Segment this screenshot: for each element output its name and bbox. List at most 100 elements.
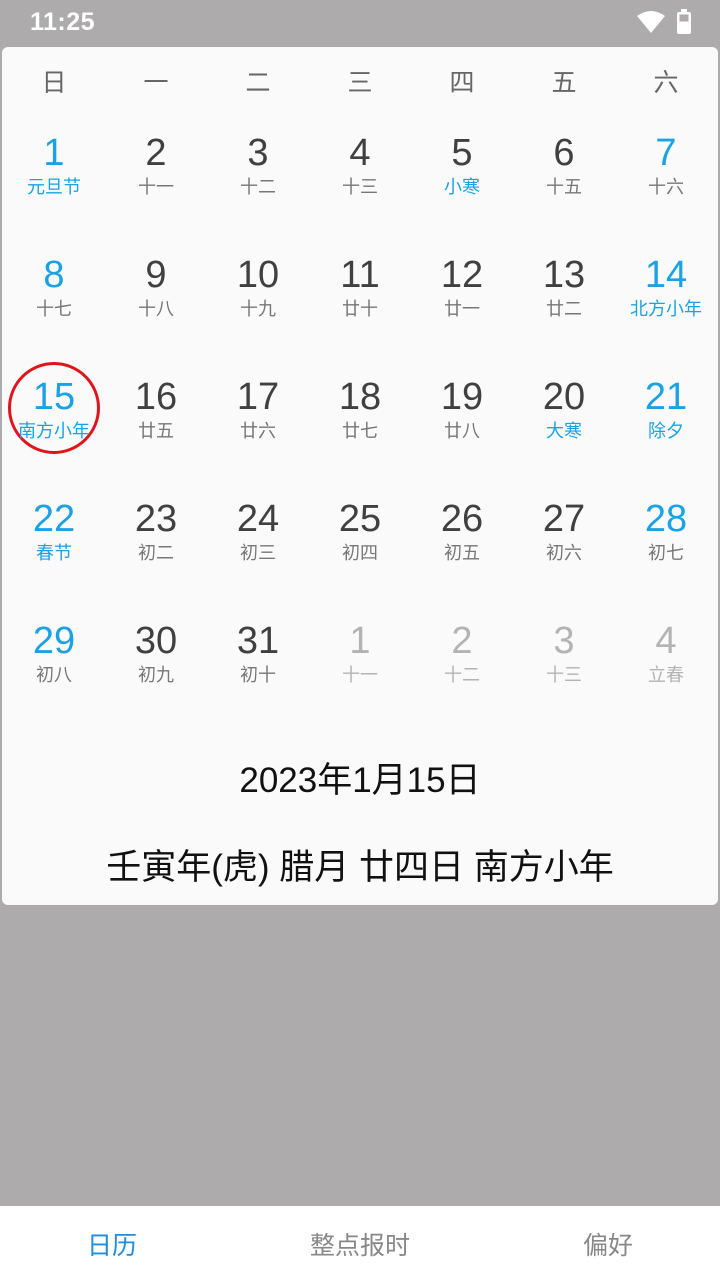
calendar-day[interactable]: 28 初七 bbox=[615, 497, 717, 597]
day-number: 25 bbox=[338, 498, 382, 540]
day-lunar-label: 初十 bbox=[240, 665, 276, 686]
calendar-day[interactable]: 16 廿五 bbox=[105, 375, 207, 475]
calendar-day[interactable]: 22 春节 bbox=[3, 497, 105, 597]
calendar-day[interactable]: 9 十八 bbox=[105, 253, 207, 353]
calendar-day[interactable]: 3 十二 bbox=[207, 131, 309, 231]
day-lunar-label: 十三 bbox=[342, 177, 378, 198]
calendar-day[interactable]: 7 十六 bbox=[615, 131, 717, 231]
calendar-day[interactable]: 29 初八 bbox=[3, 619, 105, 719]
day-number: 30 bbox=[134, 620, 178, 662]
day-number: 5 bbox=[451, 132, 473, 174]
calendar-day[interactable]: 14 北方小年 bbox=[615, 253, 717, 353]
day-number: 13 bbox=[542, 254, 586, 296]
day-number: 27 bbox=[542, 498, 586, 540]
day-number: 28 bbox=[644, 498, 688, 540]
day-number: 8 bbox=[43, 254, 65, 296]
day-number: 2 bbox=[451, 620, 473, 662]
day-number: 16 bbox=[134, 376, 178, 418]
status-time: 11:25 bbox=[30, 8, 96, 36]
day-lunar-label: 初八 bbox=[36, 665, 72, 686]
calendar-day[interactable]: 26 初五 bbox=[411, 497, 513, 597]
day-number: 4 bbox=[349, 132, 371, 174]
calendar-day[interactable]: 27 初六 bbox=[513, 497, 615, 597]
day-lunar-label: 十六 bbox=[648, 177, 684, 198]
day-number: 26 bbox=[440, 498, 484, 540]
nav-tab-preferences[interactable]: 偏好 bbox=[488, 1226, 720, 1262]
day-lunar-label: 十二 bbox=[444, 665, 480, 686]
day-number: 29 bbox=[32, 620, 76, 662]
day-lunar-label: 除夕 bbox=[648, 421, 684, 442]
calendar-day[interactable]: 31 初十 bbox=[207, 619, 309, 719]
calendar-day[interactable]: 24 初三 bbox=[207, 497, 309, 597]
calendar-day[interactable]: 2 十一 bbox=[105, 131, 207, 231]
day-lunar-label: 南方小年 bbox=[18, 421, 90, 442]
day-number: 3 bbox=[247, 132, 269, 174]
calendar-grid: 1 元旦节 2 十一 3 十二 4 十三 5 小寒 6 十五 7 十六 8 十七 9 十八 10 十九 11 廿十 12 廿一… bbox=[2, 47, 718, 747]
status-bar: 11:25 bbox=[0, 0, 720, 46]
calendar-day[interactable]: 21 除夕 bbox=[615, 375, 717, 475]
day-number: 7 bbox=[655, 132, 677, 174]
day-number: 2 bbox=[145, 132, 167, 174]
day-lunar-label: 十二 bbox=[240, 177, 276, 198]
calendar-day[interactable]: 4 立春 bbox=[615, 619, 717, 719]
day-number: 15 bbox=[32, 376, 76, 418]
calendar-day[interactable]: 10 十九 bbox=[207, 253, 309, 353]
calendar-day[interactable]: 8 十七 bbox=[3, 253, 105, 353]
day-lunar-label: 初六 bbox=[546, 543, 582, 564]
day-number: 19 bbox=[440, 376, 484, 418]
day-number: 14 bbox=[644, 254, 688, 296]
day-lunar-label: 廿十 bbox=[342, 299, 378, 320]
day-number: 1 bbox=[349, 620, 371, 662]
day-number: 1 bbox=[43, 132, 65, 174]
calendar-day[interactable]: 4 十三 bbox=[309, 131, 411, 231]
calendar-day[interactable]: 6 十五 bbox=[513, 131, 615, 231]
status-icons bbox=[636, 9, 692, 39]
day-lunar-label: 廿一 bbox=[444, 299, 480, 320]
day-number: 11 bbox=[340, 254, 380, 296]
day-lunar-label: 初二 bbox=[138, 543, 174, 564]
calendar-day[interactable]: 12 廿一 bbox=[411, 253, 513, 353]
nav-tab-calendar[interactable]: 日历 bbox=[0, 1226, 232, 1262]
day-lunar-label: 小寒 bbox=[444, 177, 480, 198]
day-number: 22 bbox=[32, 498, 76, 540]
day-lunar-label: 初九 bbox=[138, 665, 174, 686]
day-number: 10 bbox=[236, 254, 280, 296]
day-lunar-label: 立春 bbox=[648, 665, 684, 686]
calendar-day[interactable]: 2 十二 bbox=[411, 619, 513, 719]
lunar-date-info: 壬寅年(虎) 腊月 廿四日 南方小年 bbox=[106, 848, 614, 887]
calendar-card: 日 一 二 三 四 五 六 1 元旦节 2 十一 3 十二 4 十三 5 小寒 6 十五 7 十六 8 十七 9… bbox=[2, 47, 718, 905]
day-number: 18 bbox=[338, 376, 382, 418]
day-number: 20 bbox=[542, 376, 586, 418]
calendar-day[interactable]: 23 初二 bbox=[105, 497, 207, 597]
day-number: 12 bbox=[440, 254, 484, 296]
nav-tab-hourly-chime[interactable]: 整点报时 bbox=[240, 1226, 480, 1262]
day-lunar-label: 廿二 bbox=[546, 299, 582, 320]
day-lunar-label: 北方小年 bbox=[630, 299, 702, 320]
calendar-day[interactable]: 13 廿二 bbox=[513, 253, 615, 353]
calendar-day[interactable]: 1 十一 bbox=[309, 619, 411, 719]
day-lunar-label: 大寒 bbox=[546, 421, 582, 442]
calendar-day[interactable]: 30 初九 bbox=[105, 619, 207, 719]
calendar-day[interactable]: 15 南方小年 bbox=[3, 375, 105, 475]
day-lunar-label: 初七 bbox=[648, 543, 684, 564]
day-lunar-label: 十八 bbox=[138, 299, 174, 320]
calendar-day[interactable]: 20 大寒 bbox=[513, 375, 615, 475]
day-lunar-label: 初四 bbox=[342, 543, 378, 564]
calendar-day[interactable]: 17 廿六 bbox=[207, 375, 309, 475]
day-lunar-label: 十一 bbox=[138, 177, 174, 198]
day-lunar-label: 廿五 bbox=[138, 421, 174, 442]
day-number: 4 bbox=[655, 620, 677, 662]
day-lunar-label: 十五 bbox=[546, 177, 582, 198]
day-number: 23 bbox=[134, 498, 178, 540]
calendar-day[interactable]: 11 廿十 bbox=[309, 253, 411, 353]
day-number: 3 bbox=[553, 620, 575, 662]
calendar-day[interactable]: 19 廿八 bbox=[411, 375, 513, 475]
calendar-day[interactable]: 18 廿七 bbox=[309, 375, 411, 475]
calendar-day[interactable]: 1 元旦节 bbox=[3, 131, 105, 231]
wifi-icon bbox=[636, 10, 666, 38]
day-lunar-label: 廿七 bbox=[342, 421, 378, 442]
calendar-day[interactable]: 3 十三 bbox=[513, 619, 615, 719]
calendar-day[interactable]: 5 小寒 bbox=[411, 131, 513, 231]
day-lunar-label: 初五 bbox=[444, 543, 480, 564]
calendar-day[interactable]: 25 初四 bbox=[309, 497, 411, 597]
